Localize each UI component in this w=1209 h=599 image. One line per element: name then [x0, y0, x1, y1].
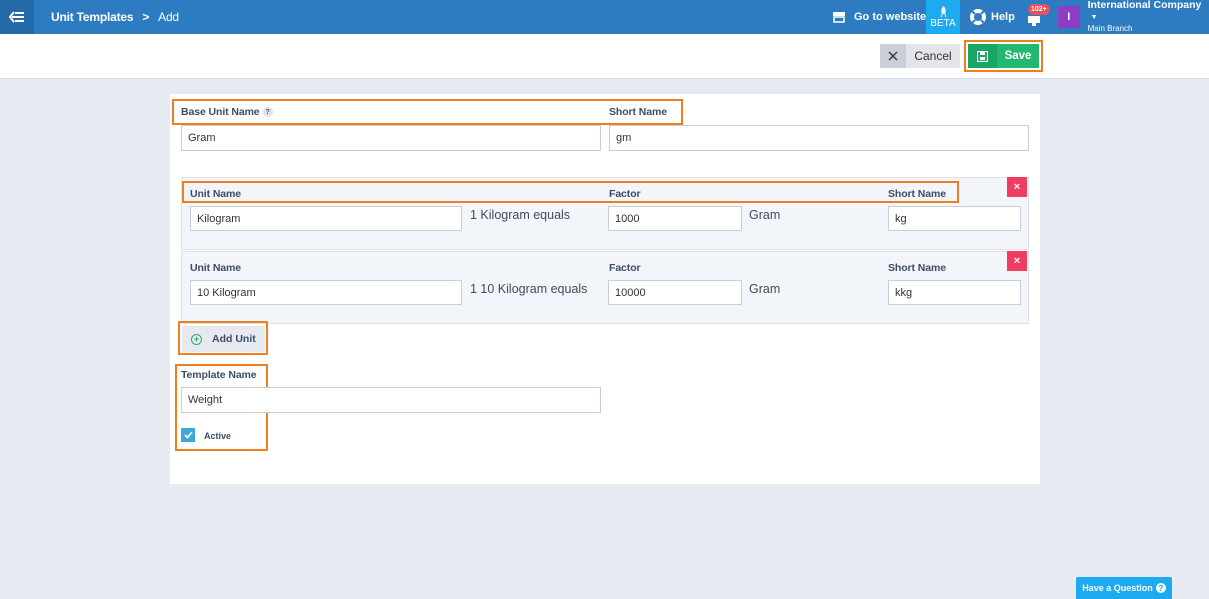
short-name-label: Short Name: [609, 106, 667, 118]
unit-name-input[interactable]: 10 Kilogram: [190, 280, 462, 305]
cancel-label: Cancel: [906, 44, 960, 68]
unit-row: Unit Name Factor Short Name 10 Kilogram …: [181, 251, 1029, 324]
notifications-button[interactable]: 102+: [1027, 0, 1050, 34]
template-name-input[interactable]: Weight: [181, 387, 601, 413]
factor-label: Factor: [609, 188, 641, 200]
go-to-website-label: Go to website: [854, 11, 927, 23]
unit-name-label: Unit Name: [190, 262, 242, 274]
unit-short-name-input[interactable]: kg: [888, 206, 1021, 231]
checkmark-icon: [183, 431, 193, 439]
equals-text: 1 Kilogram equals: [470, 208, 571, 222]
base-unit-name-label: Base Unit Name?: [181, 106, 273, 118]
breadcrumb-separator: >: [142, 10, 150, 24]
add-unit-label: Add Unit: [212, 333, 256, 345]
save-button[interactable]: Save: [968, 44, 1039, 68]
unit-name-input[interactable]: Kilogram: [190, 206, 462, 231]
have-a-question-button[interactable]: Have a Question ?: [1076, 577, 1172, 599]
plus-circle-icon: +: [191, 333, 202, 345]
beta-label: BETA: [930, 17, 956, 29]
menu-back-icon: [9, 11, 24, 23]
template-name-label: Template Name: [181, 369, 257, 381]
remove-unit-button[interactable]: ×: [1007, 177, 1027, 197]
breadcrumb: Unit Templates > Add: [51, 0, 179, 34]
lifebuoy-icon: [970, 9, 986, 25]
notification-count-badge: 102+: [1028, 4, 1050, 15]
base-unit-name-label-text: Base Unit Name: [181, 106, 260, 118]
menu-toggle-button[interactable]: [0, 0, 34, 34]
chevron-down-icon: ▼: [1090, 14, 1098, 21]
unit-row: Unit Name Factor Short Name Kilogram 1 K…: [181, 177, 1029, 250]
base-short-name-input[interactable]: gm: [609, 125, 1029, 151]
save-label: Save: [997, 44, 1039, 68]
question-circle-icon: ?: [1155, 583, 1166, 593]
rocket-icon: [940, 5, 946, 17]
action-bar: Cancel Save: [0, 34, 1209, 79]
base-unit-text: Gram: [749, 208, 781, 222]
company-switcher[interactable]: I International Company ▼ Main Branch: [1058, 0, 1209, 34]
unit-short-name-input[interactable]: kkg: [888, 280, 1021, 305]
help-link[interactable]: Help: [969, 0, 1015, 34]
factor-input[interactable]: 1000: [608, 206, 742, 231]
add-unit-button[interactable]: + Add Unit: [182, 326, 265, 352]
active-checkbox[interactable]: [181, 428, 195, 442]
help-question-icon[interactable]: ?: [262, 107, 273, 118]
breadcrumb-parent-link[interactable]: Unit Templates: [51, 10, 134, 24]
unit-short-name-label: Short Name: [888, 262, 946, 274]
help-label: Help: [991, 11, 1015, 23]
top-navigation-bar: Unit Templates > Add Go to website BETA …: [0, 0, 1209, 34]
unit-name-label: Unit Name: [190, 188, 242, 200]
cancel-button[interactable]: Cancel: [880, 44, 960, 68]
unit-template-form: Base Unit Name? Short Name Gram gm Unit …: [170, 94, 1040, 484]
save-highlight: Save: [964, 40, 1043, 72]
factor-input[interactable]: 10000: [608, 280, 742, 305]
active-label: Active: [204, 431, 232, 441]
base-unit-text: Gram: [749, 282, 781, 296]
storefront-icon: [833, 12, 845, 23]
close-icon: [880, 44, 906, 68]
floppy-disk-icon: [968, 44, 997, 68]
equals-text: 1 10 Kilogram equals: [470, 282, 588, 296]
go-to-website-link[interactable]: Go to website: [832, 0, 926, 34]
factor-label: Factor: [609, 262, 641, 274]
breadcrumb-current: Add: [158, 10, 179, 24]
unit-short-name-label: Short Name: [888, 188, 946, 200]
company-name-row: International Company ▼: [1088, 0, 1209, 23]
remove-unit-button[interactable]: ×: [1007, 251, 1027, 271]
company-avatar: I: [1058, 6, 1080, 28]
branch-name: Main Branch: [1087, 24, 1133, 33]
base-unit-name-input[interactable]: Gram: [181, 125, 601, 151]
company-name: International Company: [1087, 0, 1202, 11]
notification-icon: [1028, 16, 1040, 26]
beta-button[interactable]: BETA: [926, 0, 960, 34]
have-a-question-label: Have a Question: [1082, 583, 1153, 593]
